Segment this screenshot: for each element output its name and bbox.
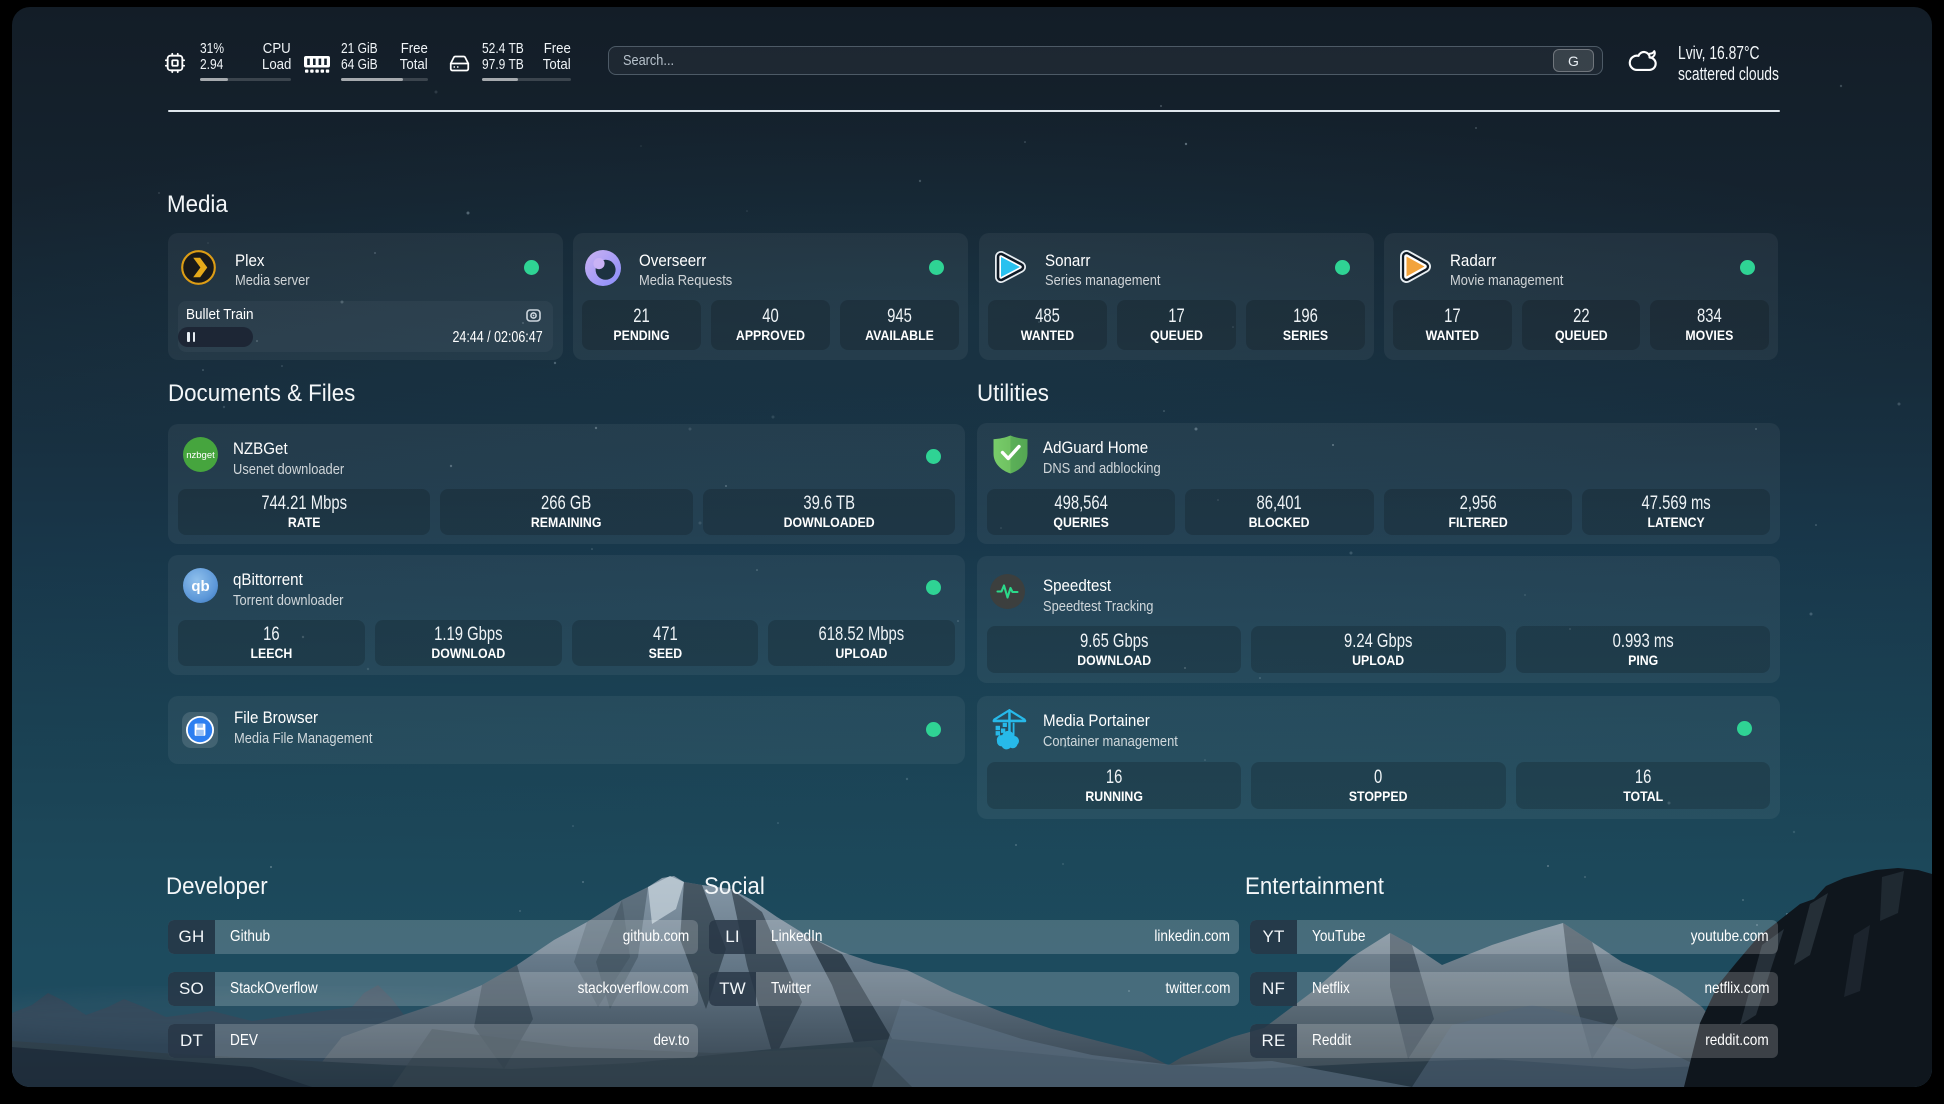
svg-text:nzbget: nzbget [186,450,215,461]
svg-text:qb: qb [191,578,209,595]
